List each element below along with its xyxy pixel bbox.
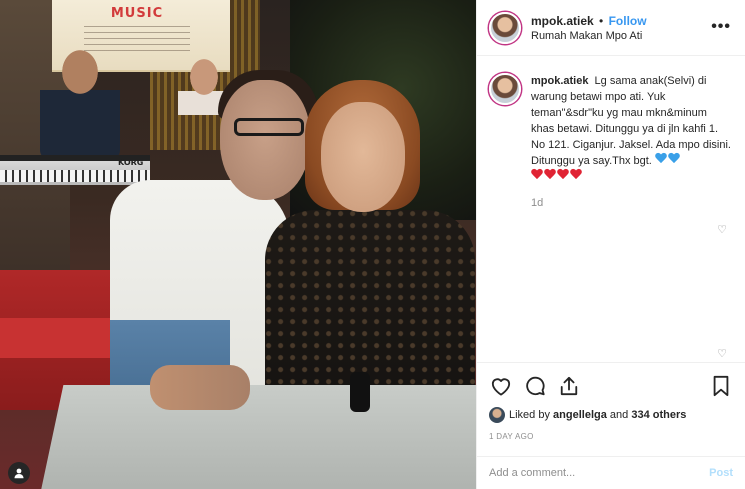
share-icon[interactable] xyxy=(557,374,581,398)
author-avatar[interactable] xyxy=(489,11,521,44)
tagged-user-icon[interactable] xyxy=(8,462,30,484)
post-date: 1 DAY AGO xyxy=(489,432,534,441)
header-line: mpok.atiek • Follow xyxy=(531,14,647,28)
red-heart-icon xyxy=(557,169,569,180)
red-heart-icon xyxy=(531,169,543,180)
comments-area: mpok.atiek Lg sama anak(Selvi) di warung… xyxy=(477,57,745,360)
heart-outline-icon[interactable] xyxy=(489,374,513,398)
photo-woman-right-face xyxy=(321,102,405,212)
caption-row: mpok.atiek Lg sama anak(Selvi) di warung… xyxy=(489,73,733,185)
actions-area: Liked by angellelga and 334 others 1 DAY… xyxy=(477,362,745,441)
photo-poster-text: MUSIC xyxy=(110,6,164,21)
follow-button[interactable]: Follow xyxy=(609,14,647,28)
caption: mpok.atiek Lg sama anak(Selvi) di warung… xyxy=(531,73,731,185)
caption-emoji-red-hearts xyxy=(531,169,583,185)
more-options-icon[interactable]: ••• xyxy=(711,18,731,36)
likes-others-link[interactable]: 334 others xyxy=(631,409,686,421)
photo-hands-left xyxy=(150,365,250,410)
bookmark-icon[interactable] xyxy=(709,374,733,398)
post-comment-button[interactable]: Post xyxy=(709,467,733,479)
photo-watch xyxy=(350,372,370,412)
person-icon xyxy=(14,468,24,479)
share-svg xyxy=(560,376,578,396)
caption-text: Lg sama anak(Selvi) di warung betawi mpo… xyxy=(531,75,731,167)
separator-dot: • xyxy=(599,13,604,28)
post-sidebar: mpok.atiek • Follow Rumah Makan Mpo Ati … xyxy=(476,0,745,489)
post-header: mpok.atiek • Follow Rumah Makan Mpo Ati … xyxy=(477,0,745,56)
liker-avatar[interactable] xyxy=(489,407,505,423)
likes-connector: and xyxy=(609,409,629,421)
comment-like-icon[interactable]: ♡ xyxy=(717,347,727,360)
blue-heart-icon xyxy=(668,153,680,164)
likes-prefix: Liked by xyxy=(509,409,550,421)
post-photo[interactable]: MUSIC KORG xyxy=(0,0,476,489)
comment-like-icon[interactable]: ♡ xyxy=(717,223,727,236)
caption-emoji-blue-hearts xyxy=(655,153,681,169)
add-comment-bar: Post xyxy=(477,456,745,489)
caption-username[interactable]: mpok.atiek xyxy=(531,75,588,87)
author-username[interactable]: mpok.atiek xyxy=(531,14,594,28)
red-heart-icon xyxy=(570,169,582,180)
comment-icon[interactable] xyxy=(523,374,547,398)
blue-heart-icon xyxy=(655,153,667,164)
like-heart-svg xyxy=(491,378,511,396)
comment-input[interactable] xyxy=(489,467,710,479)
location-link[interactable]: Rumah Makan Mpo Ati xyxy=(531,30,647,42)
header-text: mpok.atiek • Follow Rumah Makan Mpo Ati xyxy=(531,14,647,42)
likes-user[interactable]: angellelga xyxy=(553,409,607,421)
photo-table xyxy=(40,385,476,489)
caption-time-ago: 1d xyxy=(531,197,544,209)
bookmark-svg xyxy=(713,375,729,397)
photo-woman-right xyxy=(265,80,475,440)
action-icons-row xyxy=(489,363,733,409)
red-heart-icon xyxy=(544,169,556,180)
likes-summary: Liked by angellelga and 334 others xyxy=(489,407,733,423)
comment-bubble-svg xyxy=(526,376,545,396)
caption-author-avatar[interactable] xyxy=(489,73,521,105)
